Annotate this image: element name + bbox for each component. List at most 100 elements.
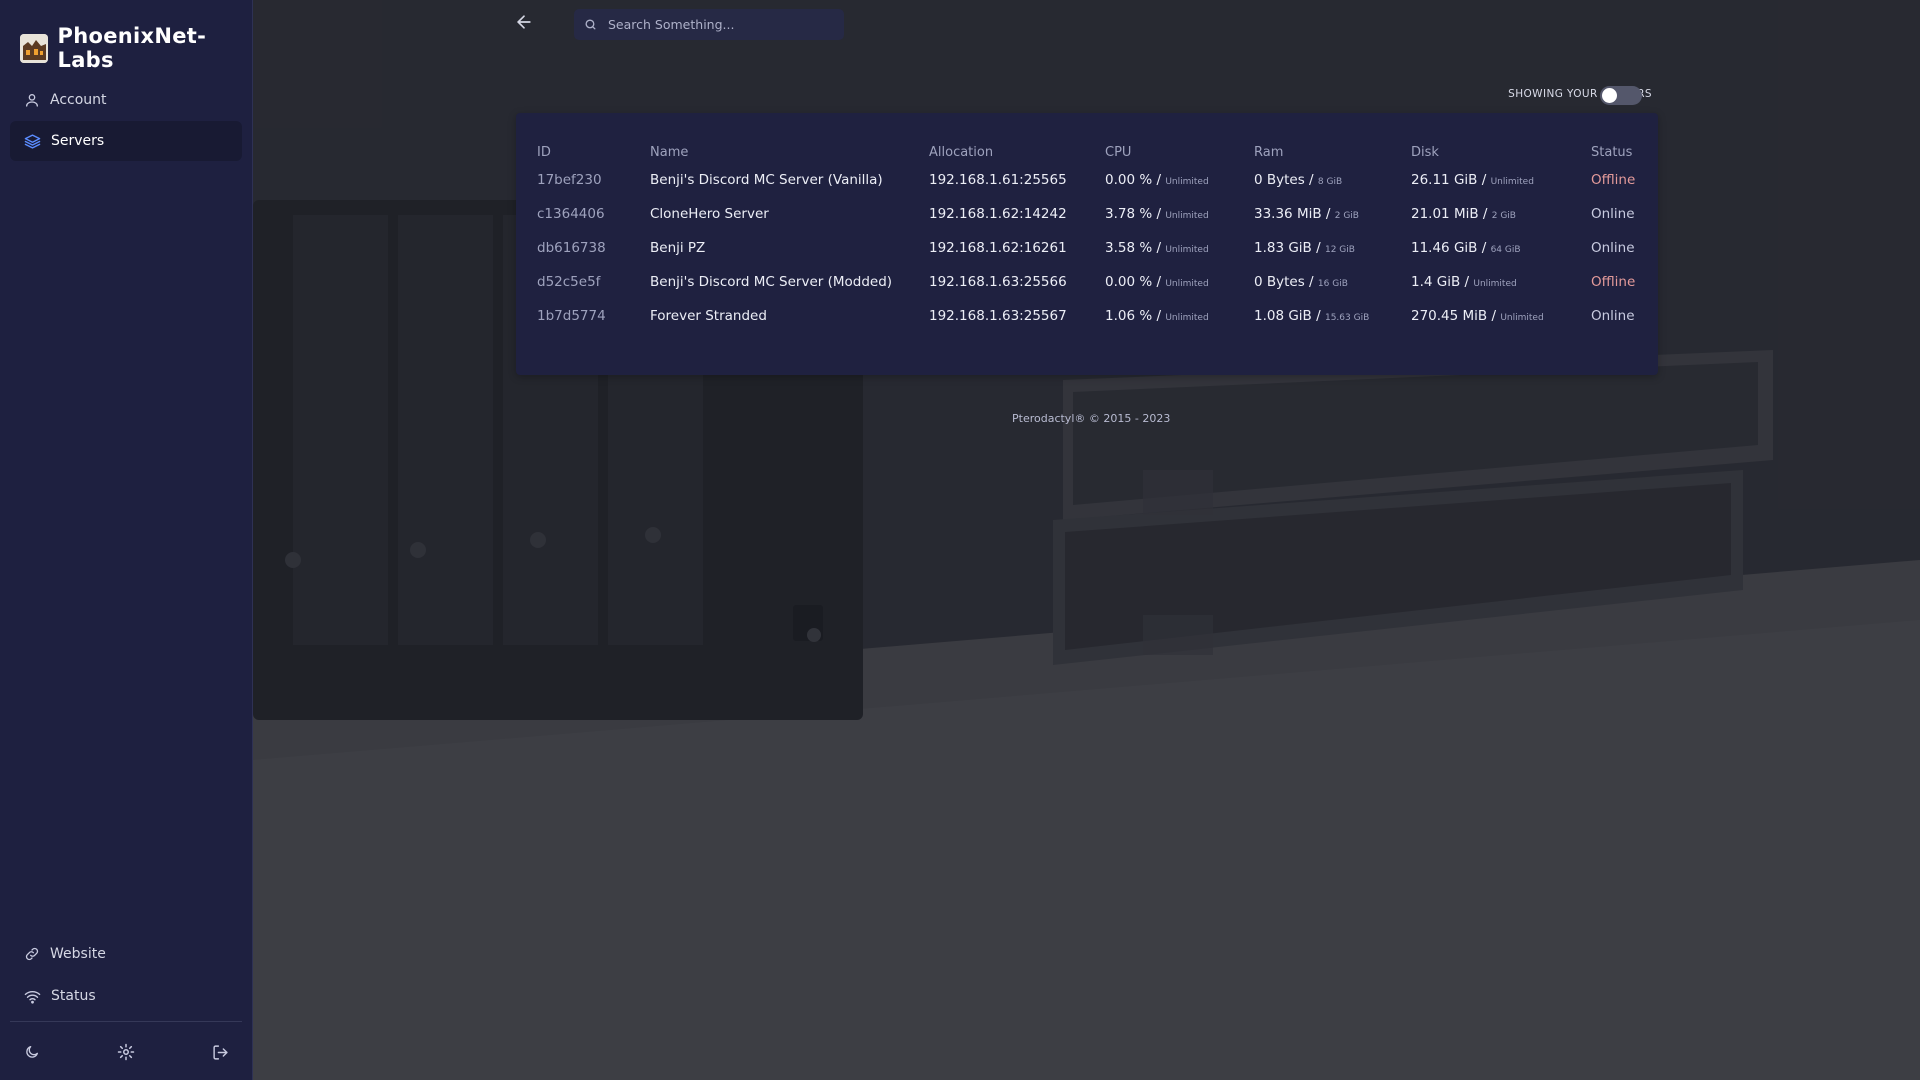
server-disk: 26.11 GiB / Unlimited: [1411, 172, 1534, 188]
server-id: 17bef230: [537, 172, 602, 188]
server-disk: 21.01 MiB / 2 GiB: [1411, 206, 1516, 222]
sidebar-item-status[interactable]: Status: [10, 976, 242, 1016]
sidebar-item-label: Status: [51, 988, 96, 1004]
server-id: 1b7d5774: [537, 308, 606, 324]
server-allocation: 192.168.1.61:25565: [929, 172, 1067, 188]
disk-limit: Unlimited: [1490, 177, 1534, 187]
cpu-value: 3.78 %: [1105, 206, 1153, 222]
cpu-limit: Unlimited: [1165, 313, 1209, 323]
column-header-allocation: Allocation: [929, 144, 994, 160]
column-header-cpu: CPU: [1105, 144, 1132, 160]
column-header-ram: Ram: [1254, 144, 1284, 160]
disk-limit: 2 GiB: [1491, 211, 1516, 221]
settings-button[interactable]: [114, 1040, 138, 1064]
table-header-row: ID Name Allocation CPU Ram Disk Status: [537, 141, 1651, 163]
disk-limit: Unlimited: [1500, 313, 1544, 323]
server-name: Benji PZ: [650, 240, 706, 256]
search-icon: [585, 19, 596, 30]
server-ram: 1.83 GiB / 12 GiB: [1254, 240, 1355, 256]
server-disk: 1.4 GiB / Unlimited: [1411, 274, 1517, 290]
cpu-value: 3.58 %: [1105, 240, 1153, 256]
theme-toggle-button[interactable]: [20, 1040, 44, 1064]
footer-copyright: Pterodactyl® © 2015 - 2023: [1012, 412, 1171, 425]
server-ram: 1.08 GiB / 15.63 GiB: [1254, 308, 1370, 324]
sidebar-item-account[interactable]: Account: [10, 80, 242, 120]
link-icon: [25, 947, 39, 961]
ram-limit: 2 GiB: [1334, 211, 1359, 221]
server-disk: 270.45 MiB / Unlimited: [1411, 308, 1544, 324]
ram-limit: 15.63 GiB: [1324, 313, 1370, 323]
cpu-value: 0.00 %: [1105, 274, 1153, 290]
moon-icon: [26, 1046, 38, 1058]
server-name: CloneHero Server: [650, 206, 769, 222]
table-row[interactable]: 17bef230 Benji's Discord MC Server (Vani…: [537, 163, 1651, 197]
show-servers-toggle[interactable]: [1600, 86, 1642, 105]
gear-icon: [117, 1043, 135, 1061]
server-allocation: 192.168.1.62:14242: [929, 206, 1067, 222]
cpu-limit: Unlimited: [1165, 211, 1209, 221]
disk-value: 21.01 MiB: [1411, 206, 1479, 222]
disk-value: 26.11 GiB: [1411, 172, 1478, 188]
brand-name: PhoenixNet-Labs: [57, 24, 207, 72]
disk-value: 11.46 GiB: [1411, 240, 1478, 256]
user-icon: [26, 94, 38, 107]
server-status: Online: [1591, 206, 1635, 222]
search-input[interactable]: [606, 16, 835, 33]
table-row[interactable]: c1364406 CloneHero Server 192.168.1.62:1…: [537, 197, 1651, 231]
cpu-value: 1.06 %: [1105, 308, 1153, 324]
server-status: Online: [1591, 240, 1635, 256]
toggle-knob: [1602, 88, 1617, 103]
column-header-disk: Disk: [1411, 144, 1439, 160]
server-id: d52c5e5f: [537, 274, 601, 290]
sidebar-item-label: Account: [50, 92, 107, 108]
table-row[interactable]: d52c5e5f Benji's Discord MC Server (Modd…: [537, 265, 1651, 299]
disk-limit: Unlimited: [1473, 279, 1517, 289]
server-allocation: 192.168.1.62:16261: [929, 240, 1067, 256]
sidebar-item-label: Website: [50, 946, 106, 962]
server-allocation: 192.168.1.63:25566: [929, 274, 1067, 290]
brand[interactable]: PhoenixNet-Labs: [20, 24, 252, 72]
server-cpu: 0.00 % / Unlimited: [1105, 172, 1209, 188]
server-status: Online: [1591, 308, 1635, 324]
arrow-left-icon: [517, 15, 531, 29]
server-ram: 0 Bytes / 8 GiB: [1254, 172, 1343, 188]
ram-limit: 8 GiB: [1317, 177, 1343, 187]
server-id: db616738: [537, 240, 606, 256]
back-button[interactable]: [514, 12, 538, 36]
cpu-limit: Unlimited: [1165, 279, 1209, 289]
server-table-panel: ID Name Allocation CPU Ram Disk Status 1…: [516, 113, 1658, 375]
logout-button[interactable]: [208, 1040, 232, 1064]
sidebar: PhoenixNet-Labs Account Servers Website …: [0, 0, 253, 1080]
ram-value: 33.36 MiB: [1254, 206, 1322, 222]
sidebar-item-servers[interactable]: Servers: [10, 121, 242, 161]
sidebar-item-website[interactable]: Website: [10, 934, 242, 974]
server-name: Forever Stranded: [650, 308, 767, 324]
table-row[interactable]: 1b7d5774 Forever Stranded 192.168.1.63:2…: [537, 299, 1651, 333]
server-cpu: 3.78 % / Unlimited: [1105, 206, 1209, 222]
ram-value: 1.08 GiB: [1254, 308, 1312, 324]
ram-value: 1.83 GiB: [1254, 240, 1312, 256]
disk-value: 270.45 MiB: [1411, 308, 1488, 324]
column-header-id: ID: [537, 144, 551, 160]
server-id: c1364406: [537, 206, 605, 222]
layers-icon: [24, 133, 41, 149]
sidebar-divider: [10, 1021, 242, 1022]
server-disk: 11.46 GiB / 64 GiB: [1411, 240, 1521, 256]
server-name: Benji's Discord MC Server (Modded): [650, 274, 893, 290]
server-name: Benji's Discord MC Server (Vanilla): [650, 172, 883, 188]
server-allocation: 192.168.1.63:25567: [929, 308, 1067, 324]
wifi-icon: [24, 990, 41, 1004]
cpu-limit: Unlimited: [1165, 177, 1209, 187]
server-status: Offline: [1591, 172, 1636, 188]
server-ram: 0 Bytes / 16 GiB: [1254, 274, 1348, 290]
column-header-name: Name: [650, 144, 689, 160]
column-header-status: Status: [1591, 144, 1633, 160]
disk-value: 1.4 GiB: [1411, 274, 1461, 290]
ram-value: 0 Bytes: [1254, 172, 1305, 188]
ram-value: 0 Bytes: [1254, 274, 1305, 290]
sidebar-item-label: Servers: [51, 133, 105, 149]
logout-icon: [212, 1044, 228, 1060]
search-bar[interactable]: [574, 9, 844, 40]
cpu-limit: Unlimited: [1165, 245, 1209, 255]
table-row[interactable]: db616738 Benji PZ 192.168.1.62:16261 3.5…: [537, 231, 1651, 265]
